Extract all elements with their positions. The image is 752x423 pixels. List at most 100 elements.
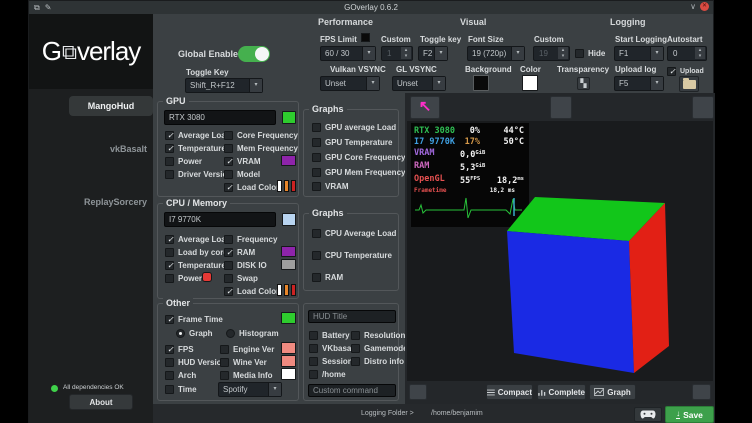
- checkbox-label: Wine Ver: [233, 358, 267, 367]
- checkbox-label: Power: [178, 157, 202, 166]
- cpu-power-checkbox[interactable]: Power: [165, 273, 202, 283]
- transparency-button[interactable]: ▚: [577, 77, 590, 90]
- graph-preset-button[interactable]: Graph: [589, 384, 636, 400]
- gpu-color-swatch[interactable]: [282, 111, 296, 124]
- gpu-name-input[interactable]: [164, 110, 276, 125]
- text-color-swatch[interactable]: [522, 75, 538, 91]
- chevron-down-icon[interactable]: ∨: [690, 2, 696, 11]
- autostart-stepper[interactable]: 0: [667, 46, 707, 61]
- hide-checkbox[interactable]: Hide: [575, 48, 605, 58]
- save-button[interactable]: ↓Save: [665, 406, 714, 423]
- cpu-color-swatch[interactable]: [282, 213, 296, 226]
- cpu-power-color-swatch[interactable]: [202, 272, 212, 282]
- hud-position-button[interactable]: ↖: [410, 96, 440, 119]
- custom-command-input[interactable]: [308, 384, 396, 397]
- upload-folder-button[interactable]: [679, 76, 699, 92]
- cpu-name-input[interactable]: [164, 212, 276, 227]
- arch-checkbox[interactable]: Arch: [165, 370, 196, 380]
- graph-gpu-temperature-checkbox[interactable]: GPU Temperature: [312, 137, 392, 147]
- complete-preset-button[interactable]: Complete: [537, 384, 586, 400]
- ram-checkbox[interactable]: RAM: [224, 247, 255, 257]
- compact-preset-button[interactable]: Compact: [486, 384, 533, 400]
- gpu-load-color-checkbox[interactable]: Load Color: [224, 182, 279, 192]
- font-custom-stepper[interactable]: 19: [533, 46, 570, 61]
- cpu-frequency-checkbox[interactable]: Frequency: [224, 234, 277, 244]
- global-enable-toggle[interactable]: [238, 46, 270, 62]
- graph-cpu-average-load-checkbox[interactable]: CPU Average Load: [312, 228, 396, 238]
- checkbox-icon: [312, 229, 321, 238]
- sidebar-tab-vkbasalt[interactable]: vkBasalt: [29, 144, 147, 154]
- wine-ver-checkbox[interactable]: Wine Ver: [220, 357, 267, 367]
- battery-checkbox[interactable]: Battery: [309, 330, 350, 340]
- frame-time-color-swatch[interactable]: [281, 312, 296, 324]
- time-checkbox[interactable]: Time: [165, 384, 197, 394]
- resolution-checkbox[interactable]: Resolution: [351, 330, 405, 340]
- cpu-load-color-checkbox[interactable]: Load Color: [224, 286, 279, 296]
- vkbasalt-checkbox[interactable]: VKbasalt: [309, 343, 356, 353]
- gamepad-button[interactable]: [634, 407, 662, 422]
- background-color-swatch[interactable]: [473, 75, 489, 91]
- graph-gpu-mem-frequency-checkbox[interactable]: GPU Mem Frequency: [312, 167, 405, 177]
- histogram-radio[interactable]: Histogram: [226, 328, 279, 338]
- gpu-temperature-checkbox[interactable]: Temperature: [165, 143, 226, 153]
- ram-color-swatch[interactable]: [281, 246, 296, 257]
- hud-version-checkbox[interactable]: HUD Version: [165, 357, 226, 367]
- graph-vram-checkbox[interactable]: VRAM: [312, 181, 349, 191]
- checkbox-label: DISK IO: [237, 261, 267, 270]
- sidebar-tab-mangohud[interactable]: MangoHud: [69, 96, 153, 116]
- fps-toggle-key-select[interactable]: F2: [418, 46, 448, 61]
- upload-log-select[interactable]: F5: [614, 76, 664, 91]
- gpu-core-frequency-checkbox[interactable]: Core Frequency: [224, 130, 298, 140]
- gpu-vram-checkbox[interactable]: VRAM: [224, 156, 261, 166]
- graph-gpu-average-load-checkbox[interactable]: GPU average Load: [312, 122, 396, 132]
- graph-ram-checkbox[interactable]: RAM: [312, 272, 343, 282]
- engine-ver-color-swatch[interactable]: [281, 342, 296, 354]
- home-checkbox[interactable]: /home: [309, 369, 346, 379]
- vram-color-swatch[interactable]: [281, 155, 296, 166]
- fps-limit-color-swatch[interactable]: [361, 33, 370, 42]
- about-button[interactable]: About: [69, 394, 133, 410]
- graph-gpu-core-frequency-checkbox[interactable]: GPU Core Frequency: [312, 152, 405, 162]
- fps-custom-stepper[interactable]: 1: [381, 46, 413, 61]
- vulkan-vsync-select[interactable]: Unset: [320, 76, 380, 91]
- media-player-select[interactable]: Spotify: [218, 382, 282, 397]
- preview-nav-left-button[interactable]: [409, 384, 427, 400]
- gamemode-checkbox[interactable]: Gamemode: [351, 343, 408, 353]
- font-size-select[interactable]: 19 (720p): [467, 46, 525, 61]
- hud-title-input[interactable]: [308, 310, 396, 323]
- swap-checkbox[interactable]: Swap: [224, 273, 258, 283]
- gpu-average-load-checkbox[interactable]: Average Load: [165, 130, 231, 140]
- wine-ver-color-swatch[interactable]: [281, 355, 296, 367]
- fps-limit-select[interactable]: 60 / 30: [320, 46, 376, 61]
- preview-tool-button-2[interactable]: [692, 96, 714, 119]
- preview-tool-button-1[interactable]: [550, 96, 572, 119]
- disk-io-color-swatch[interactable]: [281, 259, 296, 270]
- gl-vsync-select[interactable]: Unset: [392, 76, 446, 91]
- gpu-model-checkbox[interactable]: Model: [224, 169, 260, 179]
- engine-ver-checkbox[interactable]: Engine Ver: [220, 344, 274, 354]
- cpu-average-load-checkbox[interactable]: Average Load: [165, 234, 231, 244]
- gpu-driver-version-checkbox[interactable]: Driver Version: [165, 169, 232, 179]
- cpu-load-by-core-checkbox[interactable]: Load by core: [165, 247, 228, 257]
- distro-info-checkbox[interactable]: Distro info: [351, 356, 404, 366]
- gpu-load-color-swatches[interactable]: [277, 180, 296, 192]
- fps-checkbox[interactable]: FPS: [165, 344, 194, 354]
- gpu-mem-frequency-checkbox[interactable]: Mem Frequency: [224, 143, 298, 153]
- media-info-color-swatch[interactable]: [281, 368, 296, 380]
- logging-folder-label[interactable]: Logging Folder >: [361, 410, 414, 417]
- close-icon[interactable]: ✕: [700, 2, 709, 11]
- start-logging-select[interactable]: F1: [614, 46, 664, 61]
- preview-nav-right-button[interactable]: [692, 384, 711, 400]
- cpu-load-color-swatches[interactable]: [277, 284, 296, 296]
- frame-time-checkbox[interactable]: Frame Time: [165, 314, 223, 324]
- session-checkbox[interactable]: Session: [309, 356, 353, 366]
- gpu-power-checkbox[interactable]: Power: [165, 156, 202, 166]
- upload-checkbox[interactable]: Upload: [667, 66, 704, 76]
- toggle-key-select[interactable]: Shift_R+F12: [185, 78, 263, 93]
- graph-cpu-temperature-checkbox[interactable]: CPU Temperature: [312, 250, 392, 260]
- disk-io-checkbox[interactable]: DISK IO: [224, 260, 267, 270]
- media-info-checkbox[interactable]: Media Info: [220, 370, 273, 380]
- sidebar-tab-replaysorcery[interactable]: ReplaySorcery: [29, 197, 147, 207]
- graph-radio[interactable]: Graph: [176, 328, 213, 338]
- cpu-temperature-checkbox[interactable]: Temperature: [165, 260, 226, 270]
